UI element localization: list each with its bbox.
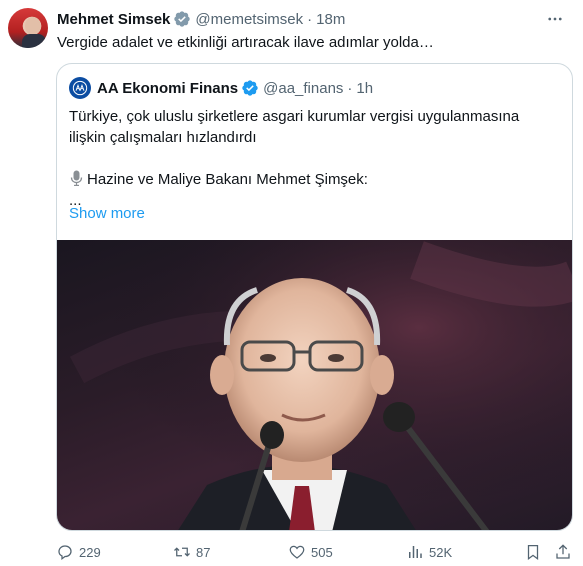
quote-text-line: ilişkin çalışmaları hızlandırdı — [69, 129, 257, 146]
author-name[interactable]: Mehmet Simsek — [57, 11, 170, 28]
bookmark-button[interactable] — [524, 541, 542, 563]
aa-logo-icon — [72, 80, 88, 96]
views-icon — [409, 546, 422, 558]
quote-author-handle[interactable]: @aa_finans — [263, 80, 343, 97]
action-bar: 229 87 505 52K — [56, 541, 573, 563]
tweet-header: Mehmet Simsek @memetsimsek · 18m — [57, 9, 345, 29]
like-icon — [289, 545, 305, 559]
like-count: 505 — [311, 544, 333, 560]
views-button[interactable]: 52K — [406, 541, 452, 563]
author-handle[interactable]: @memetsimsek — [195, 11, 303, 28]
repost-count: 87 — [196, 544, 211, 560]
quoted-tweet[interactable]: AA Ekonomi Finans @aa_finans · 1h Türkiy… — [56, 63, 573, 531]
separator-dot: · — [307, 10, 313, 28]
show-more-link[interactable]: Show more — [69, 205, 145, 222]
share-button[interactable] — [554, 541, 572, 563]
tweet-text: Vergide adalet ve etkinliği artıracak il… — [57, 34, 434, 51]
quote-photo[interactable] — [57, 240, 572, 530]
share-icon — [556, 544, 570, 559]
more-icon[interactable] — [545, 9, 565, 29]
quote-text-line: Hazine ve Maliye Bakanı Mehmet Şimşek: — [69, 169, 559, 190]
reply-count: 229 — [79, 544, 101, 560]
verified-badge-icon — [242, 80, 258, 96]
quote-author-avatar[interactable] — [69, 77, 91, 99]
author-avatar[interactable] — [8, 8, 48, 48]
tweet-timestamp[interactable]: 18m — [316, 11, 345, 28]
portrait-illustration — [57, 240, 572, 530]
quote-text-line3: Hazine ve Maliye Bakanı Mehmet Şimşek: — [87, 171, 368, 188]
like-button[interactable]: 505 — [288, 541, 333, 563]
verified-badge-icon — [174, 11, 191, 27]
microphone-icon — [70, 170, 83, 186]
bookmark-icon — [527, 544, 539, 561]
quote-text-line: Türkiye, çok uluslu şirketlere asgari ku… — [69, 108, 520, 125]
quote-text: Türkiye, çok uluslu şirketlere asgari ku… — [69, 106, 559, 211]
repost-button[interactable]: 87 — [173, 541, 210, 563]
separator-dot: · — [347, 79, 353, 97]
reply-icon — [58, 545, 72, 561]
views-count: 52K — [429, 544, 453, 560]
quote-header: AA Ekonomi Finans @aa_finans · 1h — [69, 77, 373, 99]
quote-author-name[interactable]: AA Ekonomi Finans — [97, 80, 238, 97]
repost-icon — [174, 547, 190, 557]
tweet[interactable]: Mehmet Simsek @memetsimsek · 18m Vergide… — [0, 0, 583, 566]
reply-button[interactable]: 229 — [56, 541, 101, 563]
quote-timestamp[interactable]: 1h — [356, 80, 373, 97]
